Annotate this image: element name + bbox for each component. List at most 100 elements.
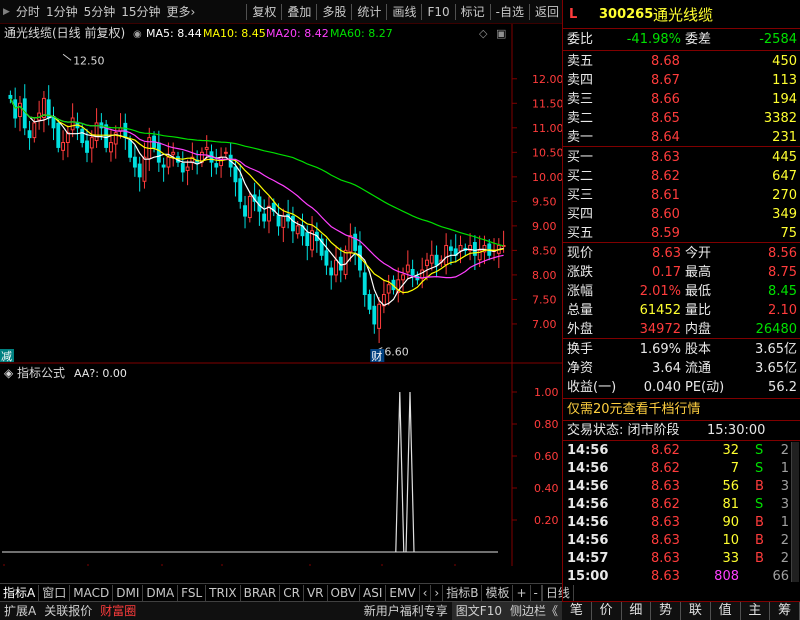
cai-badge[interactable]: 财 (371, 349, 382, 363)
candle-body[interactable] (214, 163, 219, 168)
tick-row[interactable]: 15:00 8.63 808 66 (563, 568, 800, 586)
chart-area[interactable]: 通光线缆(日线 前复权) ◉ MA5: 8.44 MA10: 8.45 MA20: 8.… (0, 24, 562, 566)
candle-body[interactable] (377, 303, 382, 329)
right-tab-0[interactable]: 笔 (562, 602, 592, 620)
toolbar-item-1[interactable]: 1分钟 (43, 0, 81, 24)
candle-body[interactable] (458, 244, 463, 252)
status-item-3[interactable]: 新用户福利专享 (360, 602, 452, 620)
candle-body[interactable] (132, 156, 137, 168)
asks-row[interactable]: 卖五 8.68 450 (563, 52, 800, 71)
candle-body[interactable] (61, 142, 66, 151)
asks-row[interactable]: 卖四 8.67 113 (563, 71, 800, 90)
candle-body[interactable] (386, 284, 391, 294)
status-item-4[interactable]: 图文F10 (451, 602, 506, 620)
candle-body[interactable] (171, 151, 176, 155)
candle-body[interactable] (219, 156, 224, 167)
indicator-tab-15[interactable]: 指标B (443, 584, 483, 601)
indicator-tab-11[interactable]: ASI (360, 584, 387, 601)
candle-body[interactable] (367, 294, 372, 310)
indicator-tab-8[interactable]: CR (280, 584, 304, 601)
bids-row[interactable]: 买一 8.63 445 (563, 148, 800, 167)
candle-body[interactable] (8, 94, 13, 99)
candle-body[interactable] (80, 128, 85, 144)
candle-body[interactable] (410, 269, 415, 276)
right-tab-5[interactable]: 值 (711, 602, 741, 620)
bids-row[interactable]: 买三 8.61 270 (563, 186, 800, 205)
candle-body[interactable] (305, 232, 310, 246)
tick-row[interactable]: 14:56 8.63 10 B 2 (563, 532, 800, 550)
candle-body[interactable] (434, 254, 439, 266)
indicator-tab-4[interactable]: DMA (143, 584, 179, 601)
candle-body[interactable] (32, 122, 37, 139)
bids-row[interactable]: 买五 8.59 75 (563, 224, 800, 243)
right-tab-7[interactable]: 筹 (770, 602, 800, 620)
candle-body[interactable] (448, 246, 453, 251)
toolbar-right-item-7[interactable]: -自选 (493, 0, 527, 24)
candle-body[interactable] (238, 178, 243, 202)
toolbar-item-3[interactable]: 15分钟 (118, 0, 163, 24)
toolbar-right-item-8[interactable]: 返回 (532, 0, 562, 24)
settings-dot-icon[interactable]: ◉ (133, 29, 142, 40)
indicator-tab-16[interactable]: 模板 (482, 584, 514, 601)
indicator-tab-2[interactable]: MACD (70, 584, 114, 601)
indicator-tab-12[interactable]: EMV (386, 584, 420, 601)
diamond-icon[interactable]: ◇ (479, 27, 488, 40)
indicator-tab-13[interactable]: ‹ (420, 584, 432, 601)
toolbar-right-item-1[interactable]: 叠加 (284, 0, 314, 24)
toolbar-item-4[interactable]: 更多› (164, 0, 199, 24)
candle-body[interactable] (156, 142, 161, 163)
candle-body[interactable] (334, 259, 338, 276)
candle-body[interactable] (142, 156, 147, 182)
candle-body[interactable] (223, 151, 228, 154)
bids-row[interactable]: 买二 8.62 647 (563, 167, 800, 186)
candle-body[interactable] (180, 163, 185, 173)
candle-body[interactable] (85, 140, 89, 153)
candle-body[interactable] (18, 102, 22, 118)
status-item-5[interactable]: 侧边栏《 (505, 602, 562, 620)
indicator-tab-0[interactable]: 指标A (0, 584, 40, 601)
candle-body[interactable] (247, 195, 252, 219)
toolbar-right-item-6[interactable]: 标记 (458, 0, 488, 24)
right-tab-2[interactable]: 细 (622, 602, 652, 620)
toolbar-item-0[interactable]: 分时 (13, 0, 43, 24)
asks-row[interactable]: 卖二 8.65 3382 (563, 109, 800, 128)
indicator-tab-14[interactable]: › (431, 584, 444, 601)
candle-body[interactable] (243, 205, 247, 217)
candle-body[interactable] (128, 140, 133, 158)
tick-row[interactable]: 14:56 8.62 7 S 1 (563, 460, 800, 478)
candle-body[interactable] (372, 305, 377, 325)
candle-body[interactable] (401, 274, 405, 281)
candle-body[interactable] (290, 216, 295, 232)
indicator-tab-18[interactable]: - (531, 584, 542, 601)
candle-body[interactable] (89, 137, 94, 149)
candle-body[interactable] (405, 264, 410, 273)
tick-scrollbar[interactable] (791, 442, 799, 582)
bids-row[interactable]: 买四 8.60 349 (563, 205, 800, 224)
candle-body[interactable] (348, 235, 353, 253)
candle-body[interactable] (70, 117, 75, 131)
indicator-tab-5[interactable]: FSL (178, 584, 207, 601)
indicator-tab-3[interactable]: DMI (113, 584, 144, 601)
indicator-tab-7[interactable]: BRAR (241, 584, 281, 601)
candle-body[interactable] (425, 259, 429, 267)
toolbar-right-item-5[interactable]: F10 (424, 0, 452, 24)
status-item-2[interactable]: 财富圈 (96, 602, 140, 620)
candle-body[interactable] (281, 215, 286, 228)
toolbar-right-item-0[interactable]: 复权 (249, 0, 279, 24)
candle-body[interactable] (13, 99, 18, 119)
candle-body[interactable] (276, 215, 281, 227)
tick-row[interactable]: 14:56 8.63 56 B 3 (563, 478, 800, 496)
candle-body[interactable] (353, 233, 358, 251)
candle-body[interactable] (262, 213, 267, 222)
candle-body[interactable] (166, 156, 171, 168)
candle-body[interactable] (204, 146, 209, 150)
candle-body[interactable] (362, 272, 367, 296)
right-tab-6[interactable]: 主 (741, 602, 771, 620)
candle-body[interactable] (233, 166, 238, 183)
candle-body[interactable] (444, 244, 449, 266)
tick-row[interactable]: 14:56 8.62 32 S 2 (563, 442, 800, 460)
tick-row[interactable]: 14:57 8.63 33 B 2 (563, 550, 800, 568)
indicator-tab-10[interactable]: OBV (328, 584, 361, 601)
right-tab-4[interactable]: 联 (681, 602, 711, 620)
play-arrow-icon[interactable]: ▶ (0, 0, 13, 24)
